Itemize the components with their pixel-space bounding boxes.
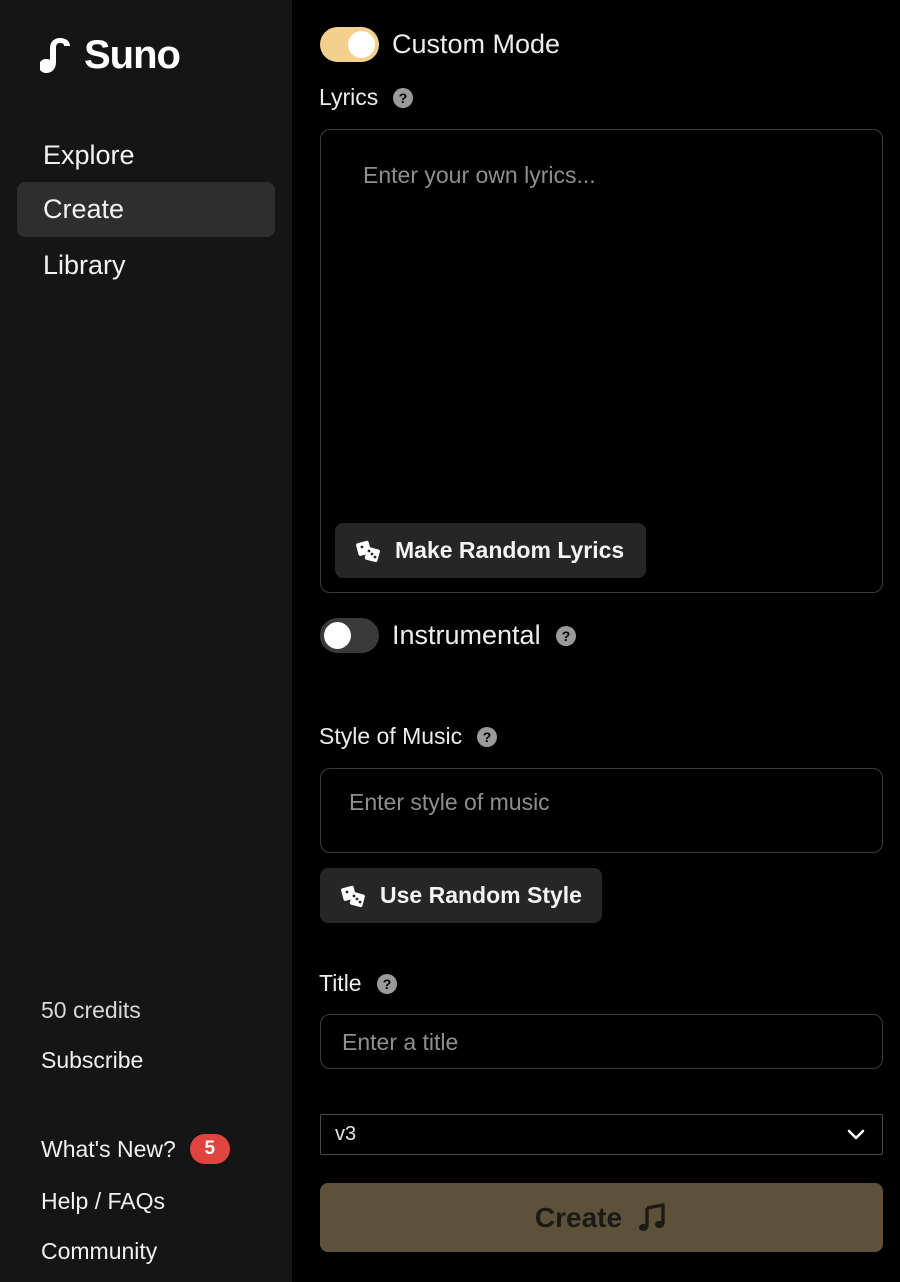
credits-count: 50 credits	[41, 997, 141, 1023]
create-button-label: Create	[534, 1201, 623, 1233]
style-placeholder: Enter style of music	[349, 789, 550, 815]
whats-new-link[interactable]: What's New? 5	[41, 1134, 230, 1164]
title-placeholder: Enter a title	[342, 1029, 459, 1055]
help-icon[interactable]: ?	[476, 726, 498, 748]
dice-icon	[356, 540, 380, 562]
svg-text:?: ?	[399, 90, 408, 106]
title-label: Title	[319, 970, 362, 996]
help-icon[interactable]: ?	[555, 625, 577, 647]
chevron-down-icon	[847, 1129, 865, 1140]
style-label-row: Style of Music ?	[319, 723, 498, 750]
svg-text:?: ?	[561, 628, 570, 644]
title-input[interactable]: Enter a title	[320, 1014, 883, 1069]
title-label-row: Title ?	[319, 970, 398, 997]
create-panel: Custom Mode Lyrics ? Enter your own lyri…	[292, 0, 900, 1282]
community-link[interactable]: Community	[41, 1238, 157, 1265]
music-note-icon	[639, 1202, 665, 1231]
create-button[interactable]: Create	[320, 1183, 883, 1252]
use-random-style-label: Use Random Style	[380, 882, 582, 908]
svg-text:?: ?	[483, 729, 492, 745]
dice-icon	[341, 885, 365, 907]
app-root: Suno Explore Create Library 50 credits S…	[0, 0, 900, 1282]
help-icon[interactable]: ?	[376, 973, 398, 995]
instrumental-toggle[interactable]	[320, 618, 379, 653]
nav-library[interactable]: Library	[17, 238, 275, 293]
help-faqs-link[interactable]: Help / FAQs	[41, 1188, 165, 1215]
lyrics-label: Lyrics	[319, 84, 379, 110]
style-label: Style of Music	[319, 723, 463, 749]
logo[interactable]: Suno	[40, 32, 181, 77]
model-select[interactable]: v3	[320, 1114, 883, 1155]
whats-new-badge: 5	[189, 1134, 230, 1164]
custom-mode-toggle[interactable]	[320, 27, 379, 62]
lyrics-label-row: Lyrics ?	[319, 84, 414, 111]
subscribe-link[interactable]: Subscribe	[41, 1047, 143, 1074]
make-random-lyrics-button[interactable]: Make Random Lyrics	[335, 523, 646, 578]
logo-text: Suno	[84, 32, 181, 77]
instrumental-label-row: Instrumental ?	[392, 620, 577, 651]
model-select-value: v3	[335, 1123, 357, 1145]
help-icon[interactable]: ?	[392, 87, 414, 109]
nav-explore[interactable]: Explore	[17, 128, 275, 183]
svg-text:?: ?	[382, 976, 391, 992]
toggle-knob	[324, 622, 351, 649]
nav-create[interactable]: Create	[17, 182, 275, 237]
sidebar: Suno Explore Create Library 50 credits S…	[0, 0, 292, 1282]
make-random-lyrics-label: Make Random Lyrics	[395, 537, 625, 563]
suno-logo-icon	[40, 38, 70, 73]
style-input[interactable]: Enter style of music	[320, 768, 883, 853]
instrumental-label: Instrumental	[392, 620, 541, 650]
toggle-knob	[348, 31, 375, 58]
custom-mode-label: Custom Mode	[392, 29, 561, 59]
whats-new-label: What's New?	[41, 1135, 176, 1162]
use-random-style-button[interactable]: Use Random Style	[320, 868, 602, 923]
lyrics-placeholder: Enter your own lyrics...	[363, 162, 596, 188]
